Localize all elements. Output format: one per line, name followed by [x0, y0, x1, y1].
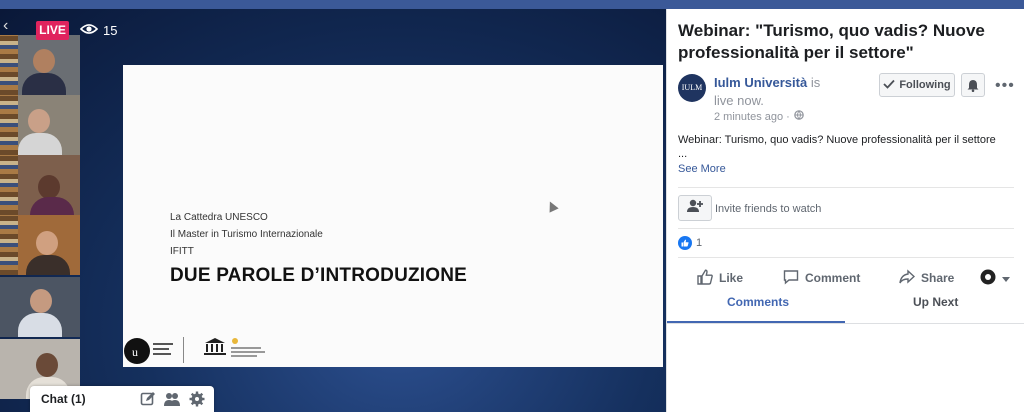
viewer-count-value: 15 — [103, 23, 118, 38]
participant-tiles — [0, 9, 80, 399]
participant-tile — [0, 215, 80, 275]
slide-line: IFITT — [170, 246, 194, 257]
following-button[interactable]: Following — [879, 73, 955, 97]
comment-button[interactable]: Comment — [783, 268, 860, 288]
following-label: Following — [899, 79, 951, 91]
share-icon — [899, 268, 916, 288]
participant-tile — [0, 155, 80, 215]
globe-icon — [794, 110, 804, 123]
participant-tile — [0, 95, 80, 155]
share-as-selector[interactable] — [980, 268, 1010, 288]
invite-friends-label[interactable]: Invite friends to watch — [715, 203, 821, 215]
divider — [678, 257, 1014, 258]
post-title: Webinar: "Turismo, quo vadis? Nuove prof… — [678, 21, 985, 62]
add-friend-icon — [687, 199, 703, 218]
slide-line: Il Master in Turismo Internazionale — [170, 229, 323, 240]
like-label: Like — [719, 271, 744, 285]
post-description: Webinar: Turismo, quo vadis? Nuove profe… — [678, 133, 1008, 161]
back-arrow-icon[interactable]: ‹ — [3, 18, 19, 34]
live-badge: LIVE — [36, 21, 69, 40]
participant-tile — [0, 35, 80, 95]
mouse-cursor — [545, 199, 559, 213]
tab-up-next[interactable]: Up Next — [913, 295, 958, 315]
people-icon[interactable] — [164, 391, 180, 407]
see-more-link[interactable]: See More — [678, 163, 726, 175]
post-description-ellipsis: ... — [678, 148, 688, 160]
like-button[interactable]: Like — [697, 268, 743, 288]
presentation-slide: La Cattedra UNESCO Il Master in Turismo … — [123, 65, 663, 367]
compose-icon[interactable] — [140, 391, 156, 407]
post-time-text[interactable]: 2 minutes ago · — [714, 111, 790, 123]
reactions-summary[interactable]: 1 — [678, 236, 702, 250]
chevron-down-icon — [1002, 271, 1010, 285]
comment-label: Comment — [805, 271, 861, 285]
profile-avatar-icon — [980, 269, 996, 288]
reactions-count: 1 — [696, 237, 703, 249]
post-time: 2 minutes ago · — [714, 110, 804, 123]
comment-icon — [783, 269, 799, 288]
chat-label[interactable]: Chat (1) — [41, 392, 86, 406]
top-bar — [0, 0, 1024, 9]
invite-friends-button[interactable] — [678, 195, 712, 221]
tab-comments[interactable]: Comments — [727, 295, 789, 315]
slide-logos: u — [123, 333, 273, 367]
divider — [678, 228, 1014, 229]
side-panel: Webinar: "Turismo, quo vadis? Nuove prof… — [666, 9, 1024, 412]
share-button[interactable]: Share — [899, 268, 954, 288]
author-line: Iulm Università is live now. — [714, 74, 839, 110]
author-name[interactable]: Iulm Università — [714, 75, 807, 90]
slide-line: La Cattedra UNESCO — [170, 212, 268, 223]
tabs-divider — [667, 323, 1024, 324]
divider — [678, 187, 1014, 188]
eye-icon — [79, 22, 99, 40]
more-options-icon[interactable]: ••• — [995, 77, 1015, 95]
settings-icon[interactable] — [189, 391, 205, 407]
bell-icon[interactable] — [961, 73, 985, 97]
svg-text:u: u — [132, 345, 138, 359]
avatar[interactable]: IULM — [678, 74, 706, 102]
post-description-text: Webinar: Turismo, quo vadis? Nuove profe… — [678, 134, 996, 146]
viewer-count: 15 — [79, 22, 118, 40]
share-label: Share — [921, 271, 955, 285]
thumbs-up-icon — [697, 268, 713, 288]
slide-title: DUE PAROLE D’INTRODUZIONE — [170, 265, 468, 286]
chat-bar[interactable]: Chat (1) — [30, 386, 214, 412]
like-reaction-icon — [678, 236, 692, 250]
participant-tile — [0, 277, 80, 337]
checkmark-icon — [883, 79, 895, 92]
